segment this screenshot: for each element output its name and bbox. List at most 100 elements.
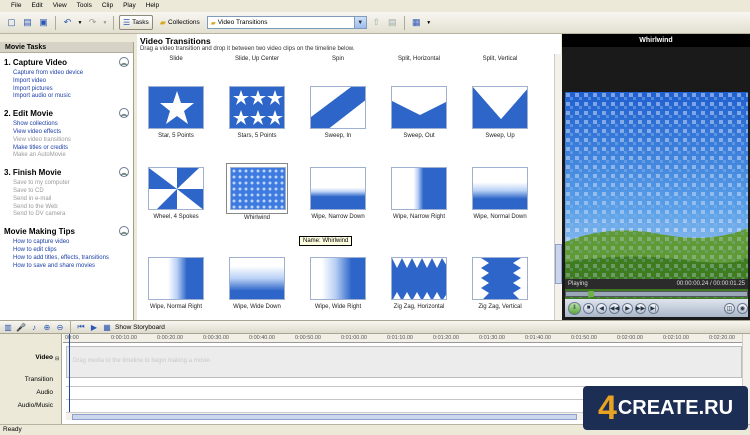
menu-help[interactable]: Help bbox=[141, 0, 164, 12]
seek-bar[interactable] bbox=[565, 291, 748, 297]
task-link[interactable]: Make an AutoMovie bbox=[13, 152, 129, 160]
transition-tile[interactable]: Wipe, Wide Right bbox=[301, 257, 375, 310]
rewind-icon[interactable]: ◀◀ bbox=[609, 302, 620, 314]
transition-tile[interactable]: Sweep, Out bbox=[382, 86, 456, 139]
undo-icon[interactable]: ↶ bbox=[61, 16, 74, 29]
task-link[interactable]: Send to the Web bbox=[13, 204, 129, 212]
last-frame-icon[interactable]: ▶| bbox=[648, 302, 659, 314]
chevron-down-icon[interactable]: ▼ bbox=[353, 17, 366, 28]
ruler-tick: 0:02:20.00 bbox=[709, 335, 735, 341]
task-link[interactable]: Import video bbox=[13, 78, 129, 86]
ruler-tick: 0:02:00.00 bbox=[617, 335, 643, 341]
transition-tile[interactable]: Sweep, In bbox=[301, 86, 375, 139]
task-link[interactable]: Capture from video device bbox=[13, 70, 129, 78]
collapse-icon[interactable]: ︽ bbox=[119, 167, 129, 178]
ruler-tick: 0:01:30.00 bbox=[479, 335, 505, 341]
transition-tile[interactable]: Wipe, Normal Down bbox=[463, 167, 537, 220]
expand-icon[interactable]: ⊟ bbox=[55, 356, 59, 362]
show-storyboard-button[interactable]: Show Storyboard bbox=[115, 324, 165, 331]
split-clip-icon[interactable]: ◫ bbox=[724, 302, 735, 314]
transition-tile-selected[interactable]: Whirlwind bbox=[220, 163, 294, 221]
task-link[interactable]: How to save and share movies bbox=[13, 263, 129, 271]
transition-tile[interactable]: Wipe, Narrow Down bbox=[301, 167, 375, 220]
transition-tile[interactable]: Sweep, Up bbox=[463, 86, 537, 139]
task-link[interactable]: How to edit clips bbox=[13, 247, 129, 255]
collapse-icon[interactable]: ︽ bbox=[119, 226, 129, 237]
transition-label[interactable]: Split, Horizontal bbox=[382, 56, 456, 62]
collapse-icon[interactable]: ︽ bbox=[119, 57, 129, 67]
view-dropdown-icon[interactable]: ▼ bbox=[426, 16, 432, 29]
stop-icon[interactable]: ■ bbox=[583, 302, 594, 314]
scrollbar-thumb[interactable] bbox=[72, 414, 577, 420]
task-link[interactable]: Save to CD bbox=[13, 188, 129, 196]
transition-label[interactable]: Split, Vertical bbox=[463, 56, 537, 62]
new-folder-icon[interactable]: ▤ bbox=[386, 16, 399, 29]
view-options-icon[interactable]: ▦ bbox=[410, 16, 423, 29]
seek-handle[interactable] bbox=[588, 291, 594, 297]
task-link[interactable]: Send to DV camera bbox=[13, 211, 129, 219]
task-section-edit: 2. Edit Movie ︽ Show collections View vid… bbox=[0, 104, 133, 163]
tasks-button[interactable]: ☰ Tasks bbox=[119, 15, 153, 30]
task-link[interactable]: How to add titles, effects, transitions bbox=[13, 255, 129, 263]
narrate-icon[interactable]: 🎤 bbox=[16, 322, 26, 332]
save-icon[interactable]: ▣ bbox=[37, 16, 50, 29]
task-link[interactable]: Save to my computer bbox=[13, 180, 129, 188]
task-link[interactable]: How to capture video bbox=[13, 239, 129, 247]
menu-edit[interactable]: Edit bbox=[26, 0, 47, 12]
task-link[interactable]: Import pictures bbox=[13, 86, 129, 94]
audio-levels-icon[interactable]: ♪ bbox=[29, 322, 39, 332]
transition-label[interactable]: Slide, Up Center bbox=[220, 56, 294, 62]
transition-label: Whirlwind bbox=[243, 215, 270, 221]
open-project-icon[interactable]: ▤ bbox=[21, 16, 34, 29]
transition-tile[interactable]: Wipe, Wide Down bbox=[220, 257, 294, 310]
transition-tile[interactable]: Wipe, Normal Right bbox=[139, 257, 213, 310]
timeline-ruler[interactable]: 00:00 0:00:10.00 0:00:20.00 0:00:30.00 0… bbox=[63, 334, 742, 343]
transition-tile[interactable]: Star, 5 Points bbox=[139, 86, 213, 139]
transition-label[interactable]: Spin bbox=[301, 56, 375, 62]
play-timeline-icon[interactable]: ▶ bbox=[89, 322, 99, 332]
task-link[interactable]: Make titles or credits bbox=[13, 145, 129, 153]
redo-icon[interactable]: ↷ bbox=[86, 16, 99, 29]
task-link[interactable]: View video transitions bbox=[13, 137, 129, 145]
zoom-in-icon[interactable]: ⊕ bbox=[42, 322, 52, 332]
collections-button[interactable]: ▰ Collections bbox=[156, 15, 204, 30]
task-link[interactable]: Send in e-mail bbox=[13, 196, 129, 204]
menu-file[interactable]: File bbox=[6, 0, 26, 12]
collections-combo[interactable]: ▰ Video Transitions ▼ bbox=[206, 16, 367, 29]
menu-view[interactable]: View bbox=[48, 0, 72, 12]
up-folder-icon[interactable]: ⇧ bbox=[370, 16, 383, 29]
watermark-text: CREATE.RU bbox=[617, 396, 734, 419]
menu-play[interactable]: Play bbox=[118, 0, 141, 12]
transition-tile[interactable]: Zig Zag, Vertical bbox=[463, 257, 537, 310]
rewind-timeline-icon[interactable]: ⏮ bbox=[76, 322, 86, 332]
task-link[interactable]: Show collections bbox=[13, 121, 129, 129]
transition-label[interactable]: Slide bbox=[139, 56, 213, 62]
new-project-icon[interactable]: ▢ bbox=[5, 16, 18, 29]
transition-tile[interactable]: Wheel, 4 Spokes bbox=[139, 167, 213, 220]
task-link[interactable]: View video effects bbox=[13, 129, 129, 137]
previous-frame-icon[interactable]: ◀ bbox=[596, 302, 607, 314]
transition-label: Sweep, In bbox=[324, 133, 352, 139]
grid-scrollbar[interactable] bbox=[554, 54, 562, 320]
wipe-wide-right-thumb bbox=[310, 257, 366, 300]
track-labels: Video Transition Audio Audio/Music ⊟ bbox=[0, 334, 62, 424]
storyboard-view-icon[interactable]: ▥ bbox=[3, 322, 13, 332]
collapse-icon[interactable]: ︽ bbox=[119, 108, 129, 119]
pause-icon[interactable]: ‖ bbox=[568, 301, 581, 315]
undo-dropdown-icon[interactable]: ▼ bbox=[77, 16, 83, 29]
redo-dropdown-icon[interactable]: ▼ bbox=[102, 16, 108, 29]
scrollbar-thumb[interactable] bbox=[555, 244, 562, 284]
fast-forward-icon[interactable]: ▶▶ bbox=[635, 302, 646, 314]
menu-tools[interactable]: Tools bbox=[72, 0, 97, 12]
snapshot-icon[interactable]: ◉ bbox=[737, 302, 748, 314]
task-link[interactable]: Import audio or music bbox=[13, 93, 129, 101]
menu-clip[interactable]: Clip bbox=[97, 0, 118, 12]
playhead[interactable] bbox=[69, 334, 70, 412]
transition-tile[interactable]: Stars, 5 Points bbox=[220, 86, 294, 139]
transition-tile[interactable]: Wipe, Narrow Right bbox=[382, 167, 456, 220]
storyboard-icon[interactable]: ▦ bbox=[102, 322, 112, 332]
next-frame-icon[interactable]: ▶ bbox=[622, 302, 633, 314]
zoom-out-icon[interactable]: ⊖ bbox=[55, 322, 65, 332]
video-track[interactable]: Drag media to the timeline to begin maki… bbox=[66, 346, 742, 378]
transition-tile[interactable]: Zig Zag, Horizontal bbox=[382, 257, 456, 310]
